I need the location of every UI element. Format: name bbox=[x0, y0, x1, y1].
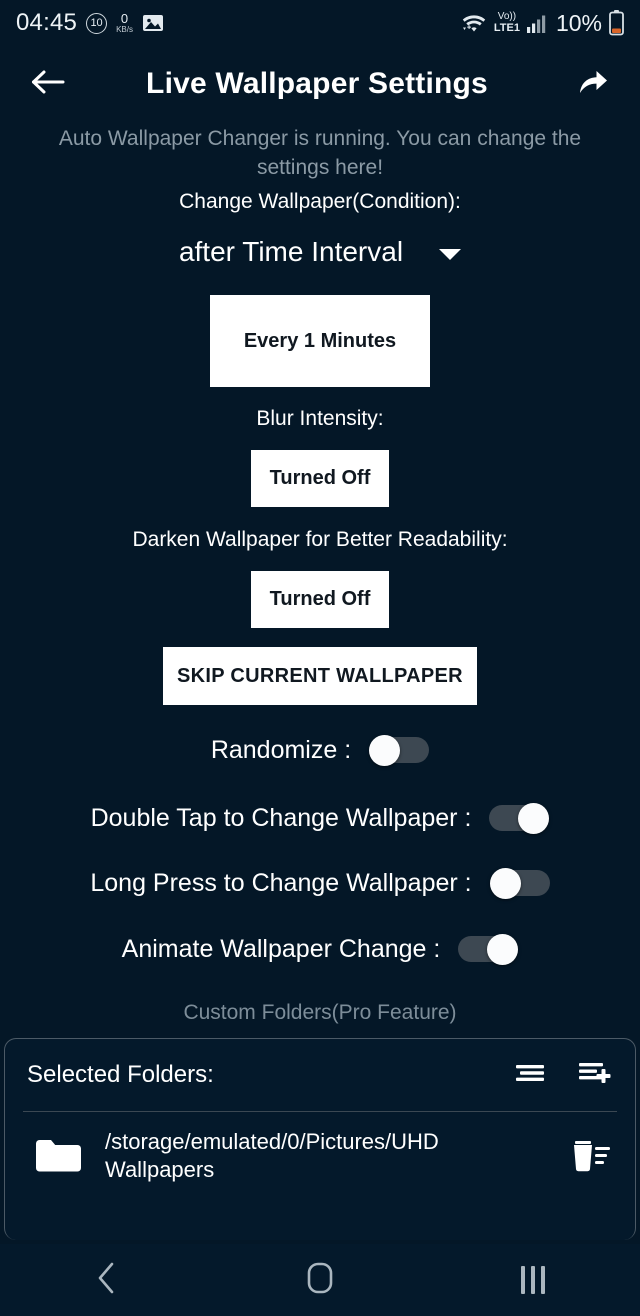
toggle-knob bbox=[487, 934, 519, 965]
network-speed-unit: KB/s bbox=[116, 25, 133, 34]
phone-screen: 04:45 10 0 KB/s Vo)) LTE1 10% Live Wallp… bbox=[0, 0, 640, 1316]
image-icon bbox=[142, 13, 164, 33]
blur-intensity-button[interactable]: Turned Off bbox=[251, 450, 389, 507]
nav-recents-icon bbox=[521, 1266, 546, 1294]
system-nav-bar bbox=[0, 1244, 640, 1316]
animate-toggle[interactable] bbox=[458, 934, 519, 965]
playlist-add-icon[interactable] bbox=[577, 1060, 613, 1091]
toggle-knob bbox=[518, 803, 550, 834]
page-title: Live Wallpaper Settings bbox=[146, 67, 488, 100]
list-sort-icon[interactable] bbox=[513, 1061, 547, 1090]
darken-wallpaper-button[interactable]: Turned Off bbox=[251, 571, 389, 628]
arrow-left-icon bbox=[31, 68, 65, 101]
skip-current-wallpaper-button[interactable]: SKIP CURRENT WALLPAPER bbox=[163, 647, 477, 705]
long-press-label: Long Press to Change Wallpaper : bbox=[90, 868, 472, 897]
battery-percent-label: 10% bbox=[555, 9, 602, 36]
condition-label: Change Wallpaper(Condition): bbox=[179, 190, 461, 213]
battery-low-icon bbox=[609, 10, 624, 36]
setting-row-long-press: Long Press to Change Wallpaper : bbox=[0, 868, 640, 899]
setting-row-randomize: Randomize : bbox=[0, 735, 640, 766]
nav-back-icon bbox=[95, 1261, 119, 1300]
darken-wallpaper-label: Darken Wallpaper for Better Readability: bbox=[132, 528, 508, 551]
condition-dropdown-value: after Time Interval bbox=[178, 236, 404, 267]
status-bar-left: 04:45 10 0 KB/s bbox=[16, 9, 164, 37]
toggle-knob bbox=[369, 735, 401, 766]
network-type-label: LTE1 bbox=[493, 22, 520, 34]
double-tap-toggle[interactable] bbox=[489, 803, 550, 834]
nav-recents-button[interactable] bbox=[473, 1244, 593, 1316]
nav-home-icon bbox=[304, 1261, 336, 1300]
setting-row-double-tap: Double Tap to Change Wallpaper : bbox=[0, 803, 640, 834]
blur-intensity-label: Blur Intensity: bbox=[256, 407, 384, 430]
network-speed-indicator: 0 KB/s bbox=[116, 12, 133, 34]
wifi-icon bbox=[461, 13, 487, 34]
randomize-label: Randomize : bbox=[210, 735, 352, 764]
setting-row-animate: Animate Wallpaper Change : bbox=[0, 934, 640, 965]
signal-bars-icon bbox=[526, 14, 547, 33]
status-bar: 04:45 10 0 KB/s Vo)) LTE1 10% bbox=[0, 0, 640, 46]
selected-folders-header: Selected Folders: bbox=[5, 1039, 635, 1111]
network-speed-value: 0 bbox=[120, 11, 129, 26]
share-button[interactable] bbox=[570, 62, 614, 106]
folder-icon bbox=[33, 1137, 81, 1175]
volte-icon: Vo)) LTE1 bbox=[494, 12, 520, 34]
nav-home-button[interactable] bbox=[260, 1244, 380, 1316]
selected-folders-title: Selected Folders: bbox=[27, 1061, 214, 1088]
custom-folders-section-label: Custom Folders(Pro Feature) bbox=[183, 1001, 457, 1024]
randomize-toggle[interactable] bbox=[369, 735, 430, 766]
app-bar: Live Wallpaper Settings bbox=[0, 46, 640, 122]
double-tap-label: Double Tap to Change Wallpaper : bbox=[90, 803, 472, 832]
nav-back-button[interactable] bbox=[47, 1244, 167, 1316]
interval-button[interactable]: Every 1 Minutes bbox=[210, 295, 430, 387]
volte-label: Vo)) bbox=[497, 11, 517, 22]
status-bar-right: Vo)) LTE1 10% bbox=[461, 10, 624, 37]
share-icon bbox=[575, 66, 609, 103]
delete-sweep-icon[interactable] bbox=[569, 1137, 613, 1175]
running-status-text: Auto Wallpaper Changer is running. You c… bbox=[58, 127, 582, 179]
selected-folders-card: Selected Folders: /storage/emulated/0/Pi… bbox=[4, 1038, 636, 1240]
status-clock: 04:45 bbox=[16, 9, 78, 36]
chevron-down-icon bbox=[439, 248, 462, 260]
list-item[interactable]: /storage/emulated/0/Pictures/UHD Wallpap… bbox=[5, 1112, 635, 1184]
toggle-knob bbox=[489, 868, 521, 899]
selected-folders-actions bbox=[513, 1060, 613, 1091]
notification-count-badge: 10 bbox=[86, 12, 108, 34]
condition-dropdown[interactable]: after Time Interval bbox=[0, 236, 640, 268]
long-press-toggle[interactable] bbox=[489, 868, 550, 899]
folder-path-label: /storage/emulated/0/Pictures/UHD Wallpap… bbox=[105, 1129, 439, 1182]
animate-label: Animate Wallpaper Change : bbox=[121, 934, 441, 963]
